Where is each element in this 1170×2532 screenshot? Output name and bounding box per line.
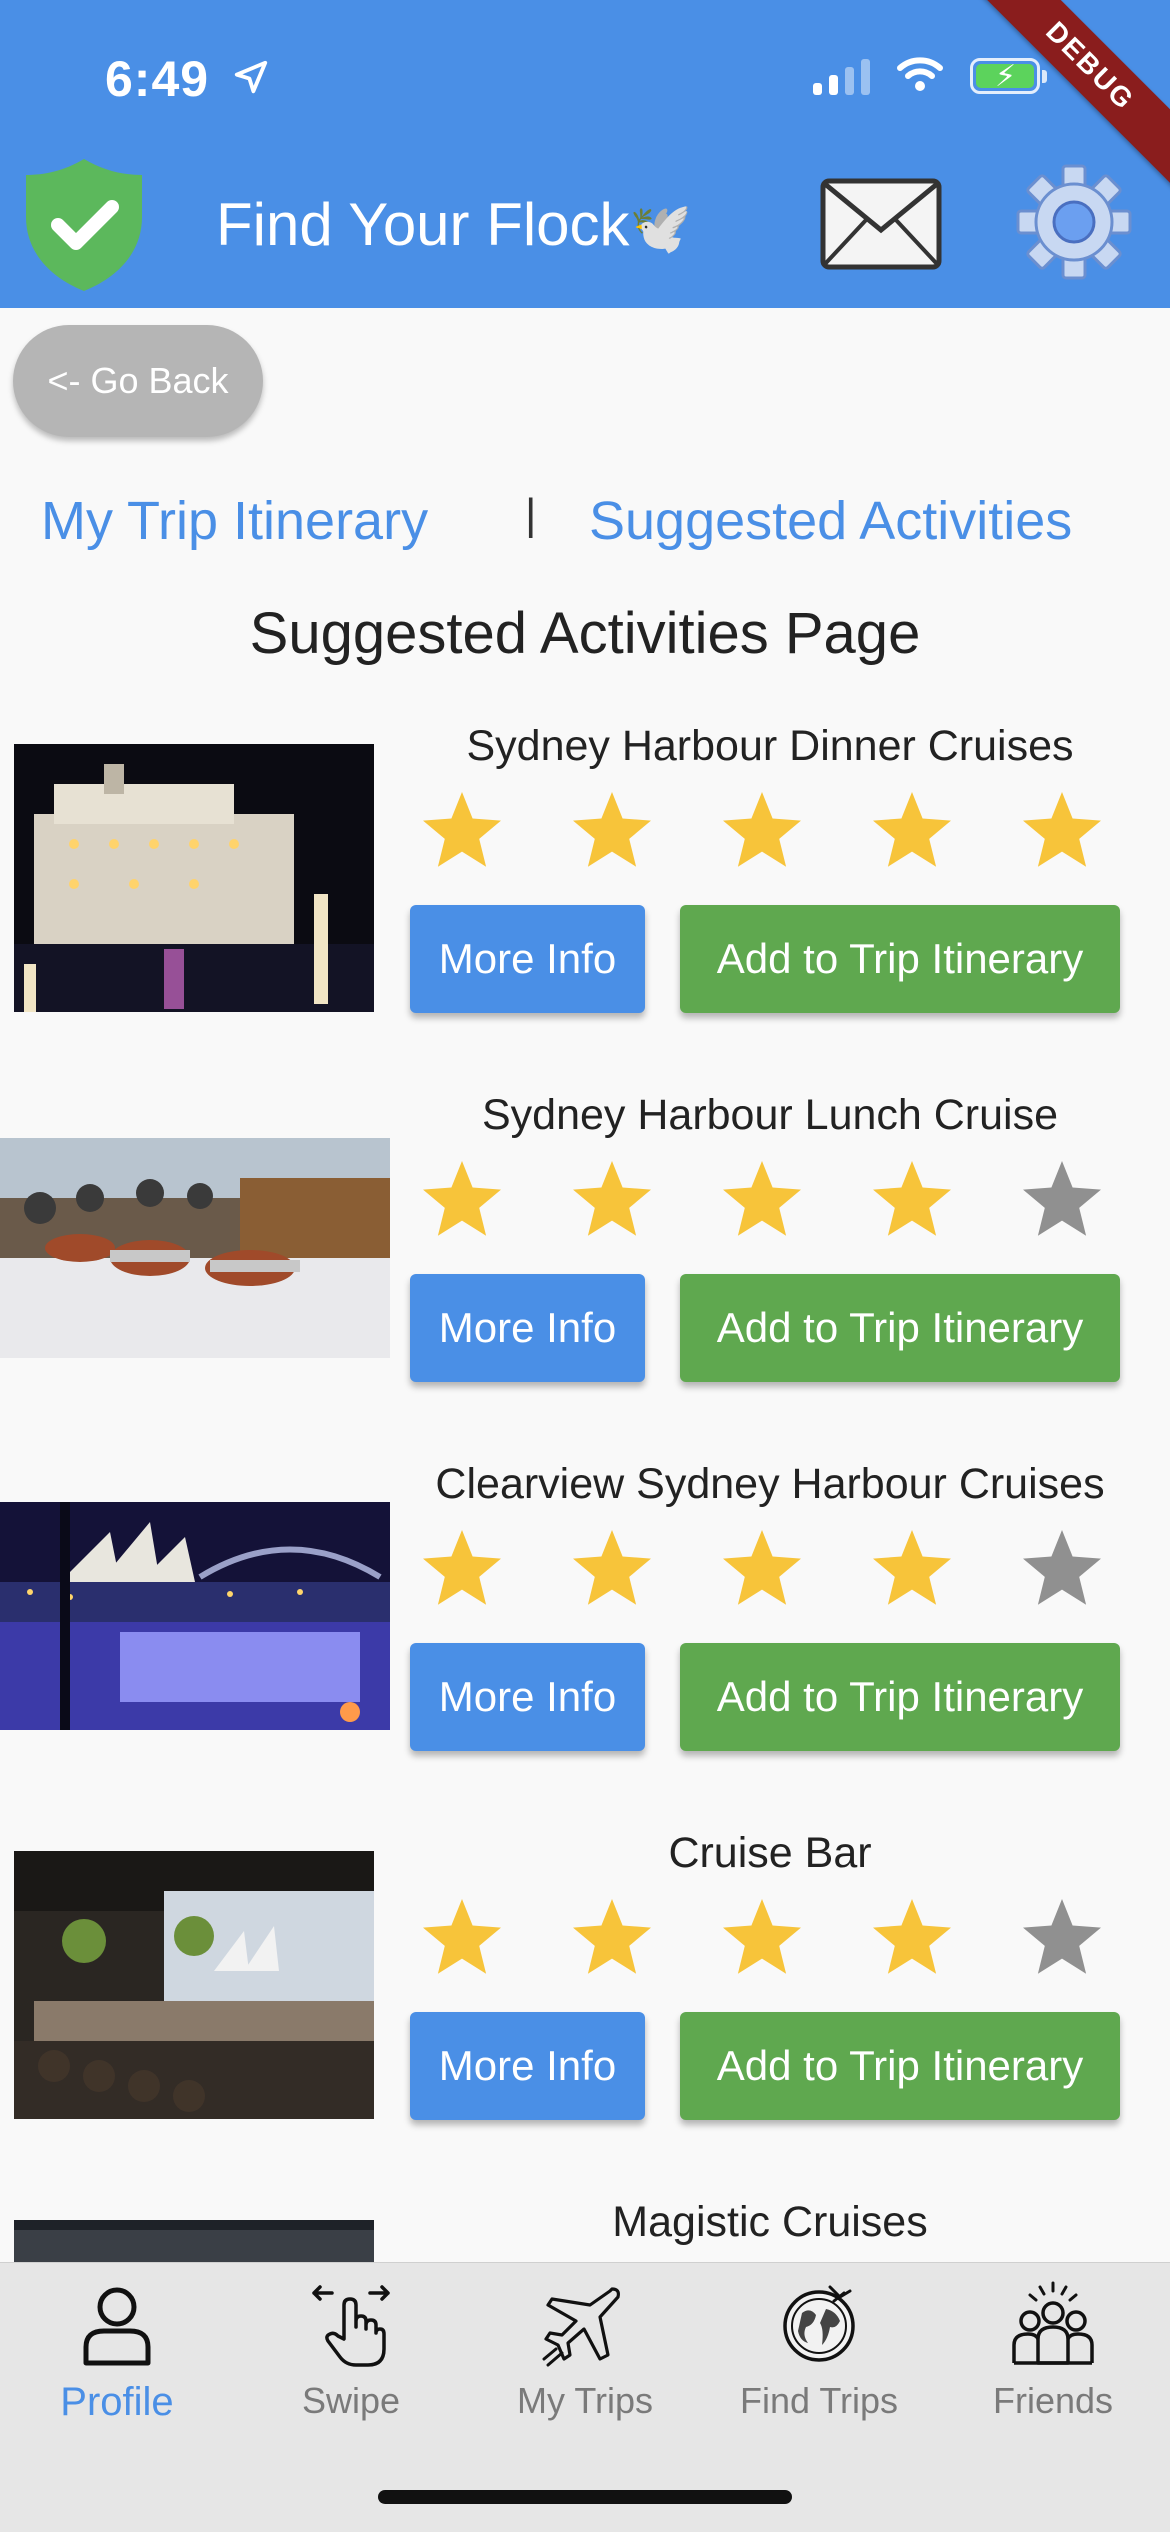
star-filled-icon (573, 1899, 651, 1974)
star-filled-icon (423, 792, 501, 867)
swipe-hand-icon (312, 2285, 390, 2367)
page-title: Suggested Activities Page (249, 601, 921, 666)
nav-label: Friends (992, 2380, 1114, 2421)
more-info-button[interactable]: More Info (410, 905, 645, 1013)
activity-name: Sydney Harbour Dinner Cruises (466, 722, 1074, 770)
star-empty-icon (1023, 1530, 1101, 1605)
more-info-button[interactable]: More Info (410, 2012, 645, 2120)
mail-icon[interactable] (820, 178, 942, 270)
star-filled-icon (573, 1530, 651, 1605)
activity-photo (0, 1138, 390, 1358)
star-filled-icon (573, 792, 651, 867)
add-to-itinerary-button[interactable]: Add to Trip Itinerary (680, 905, 1120, 1013)
star-empty-icon (1023, 1161, 1101, 1236)
star-filled-icon (423, 1899, 501, 1974)
nav-label: Swipe (301, 2380, 401, 2421)
star-filled-icon (873, 792, 951, 867)
activity-name: Sydney Harbour Lunch Cruise (481, 1091, 1059, 1139)
tab-separator: | (525, 490, 537, 539)
shield-check-icon (20, 155, 148, 295)
status-icons: ⚡ (813, 54, 1047, 97)
nav-friends[interactable]: Friends (936, 2279, 1170, 2422)
star-filled-icon (873, 1161, 951, 1236)
star-rating (418, 788, 1106, 876)
star-filled-icon (723, 1899, 801, 1974)
nav-label: My Trips (516, 2380, 653, 2421)
tab-bar: My Trip Itinerary | Suggested Activities (0, 490, 1170, 560)
dove-icon: 🕊️ (629, 200, 692, 256)
star-empty-icon (1023, 1899, 1101, 1974)
star-filled-icon (723, 1530, 801, 1605)
nav-my-trips[interactable]: My Trips (468, 2279, 702, 2422)
add-to-itinerary-button[interactable]: Add to Trip Itinerary (680, 2012, 1120, 2120)
activity-card: Magistic Cruises (0, 2198, 1170, 2262)
add-to-itinerary-button[interactable]: Add to Trip Itinerary (680, 1643, 1120, 1751)
nav-profile[interactable]: Profile (0, 2279, 234, 2425)
activity-card: Clearview Sydney Harbour Cruises More In… (0, 1460, 1170, 1820)
nav-label: Profile (60, 2380, 174, 2424)
activity-name: Magistic Cruises (612, 2198, 928, 2246)
group-icon (1012, 2281, 1094, 2365)
nav-find-trips[interactable]: Find Trips (702, 2279, 936, 2422)
activity-photo (14, 744, 374, 1012)
activity-card: Sydney Harbour Lunch Cruise More Info Ad… (0, 1091, 1170, 1451)
star-filled-icon (723, 792, 801, 867)
app-title: Find Your Flock🕊️ (216, 190, 692, 259)
activity-photo (0, 1502, 390, 1730)
status-time: 6:49 (105, 50, 270, 108)
add-to-itinerary-button[interactable]: Add to Trip Itinerary (680, 1274, 1120, 1382)
star-filled-icon (1023, 792, 1101, 867)
star-filled-icon (723, 1161, 801, 1236)
more-info-button[interactable]: More Info (410, 1274, 645, 1382)
location-arrow-icon (232, 50, 270, 108)
wifi-icon (896, 54, 944, 97)
app-title-text: Find Your Flock (216, 191, 630, 258)
home-indicator (378, 2490, 792, 2504)
settings-gear-icon[interactable] (1015, 163, 1133, 281)
activity-card: Cruise Bar More Info Add to Trip Itinera… (0, 1829, 1170, 2189)
activity-card: Sydney Harbour Dinner Cruises More Info … (0, 722, 1170, 1082)
activity-photo (14, 2220, 374, 2262)
nav-swipe[interactable]: Swipe (234, 2279, 468, 2422)
cellular-signal-icon (813, 57, 870, 95)
activity-name: Clearview Sydney Harbour Cruises (435, 1460, 1105, 1508)
star-filled-icon (573, 1161, 651, 1236)
tab-my-trip-itinerary[interactable]: My Trip Itinerary (41, 490, 428, 552)
star-rating (418, 1157, 1106, 1245)
star-filled-icon (873, 1530, 951, 1605)
star-rating (418, 1895, 1106, 1983)
tab-suggested-activities[interactable]: Suggested Activities (589, 490, 1072, 552)
globe-icon (783, 2285, 855, 2362)
more-info-button[interactable]: More Info (410, 1643, 645, 1751)
activity-photo (14, 1851, 374, 2119)
star-filled-icon (423, 1161, 501, 1236)
star-filled-icon (873, 1899, 951, 1974)
nav-label: Find Trips (739, 2380, 899, 2421)
star-filled-icon (423, 1530, 501, 1605)
app-bar: 6:49 ⚡ DEBUG Find Your Flock🕊️ (0, 0, 1170, 308)
person-icon (83, 2287, 151, 2366)
airplane-icon (542, 2287, 620, 2367)
activity-name: Cruise Bar (668, 1829, 872, 1877)
go-back-button[interactable]: <- Go Back (13, 325, 263, 437)
battery-icon: ⚡ (970, 57, 1047, 94)
time-text: 6:49 (105, 51, 210, 107)
star-rating (418, 1526, 1106, 1614)
